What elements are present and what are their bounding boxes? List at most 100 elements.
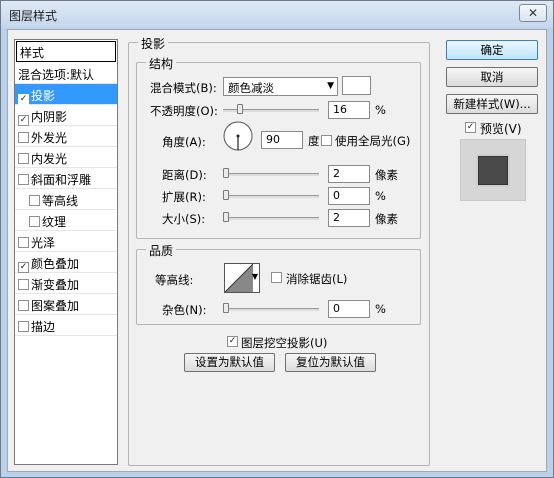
noise-slider-track[interactable] bbox=[223, 308, 319, 311]
close-icon: ✕ bbox=[527, 6, 539, 20]
style-item-checkbox[interactable] bbox=[18, 279, 29, 290]
style-item-checkbox[interactable] bbox=[18, 300, 29, 311]
style-item[interactable]: 斜面和浮雕 bbox=[15, 168, 117, 189]
size-slider-track[interactable] bbox=[223, 217, 319, 220]
style-item[interactable]: 等高线 bbox=[15, 189, 117, 210]
style-item[interactable]: ✓ 投影 bbox=[15, 84, 117, 105]
style-item[interactable]: 混合选项:默认 bbox=[15, 63, 117, 84]
angle-unit: 度 bbox=[308, 134, 320, 148]
style-item-label: 内阴影 bbox=[31, 110, 68, 124]
opacity-slider-thumb[interactable] bbox=[237, 104, 244, 114]
style-item-checkbox[interactable] bbox=[18, 132, 29, 143]
anti-alias-checkbox[interactable] bbox=[271, 272, 282, 283]
checkmark-icon: ✓ bbox=[19, 262, 28, 272]
title-bar[interactable]: 图层样式 ✕ bbox=[1, 1, 553, 28]
dialog-body: 样式 混合选项:默认 ✓ 投影 ✓ 内阴影 外发光 内发光 斜面和浮雕 等高线 纹理 光泽 ✓ 颜色叠加… bbox=[7, 29, 547, 472]
distance-unit: 像素 bbox=[375, 168, 398, 182]
style-item[interactable]: ✓ 颜色叠加 bbox=[15, 252, 117, 273]
style-item-checkbox[interactable] bbox=[18, 237, 29, 248]
anti-alias-label: 消除锯齿(L) bbox=[286, 272, 348, 286]
style-item-checkbox[interactable] bbox=[29, 216, 40, 227]
knockout-label: 图层挖空投影(U) bbox=[241, 336, 328, 350]
style-item-checkbox[interactable] bbox=[18, 153, 29, 164]
size-input[interactable]: 2 bbox=[328, 209, 370, 227]
style-item[interactable]: 内发光 bbox=[15, 147, 117, 168]
style-item[interactable]: 描边 bbox=[15, 315, 117, 336]
quality-title: 品质 bbox=[146, 242, 177, 259]
style-item-label: 外发光 bbox=[31, 131, 68, 145]
contour-picker[interactable]: ▼ bbox=[224, 263, 260, 293]
style-item-label: 投影 bbox=[31, 89, 56, 103]
window-title: 图层样式 bbox=[9, 9, 58, 23]
opacity-unit: % bbox=[375, 103, 386, 117]
styles-items: 混合选项:默认 ✓ 投影 ✓ 内阴影 外发光 内发光 斜面和浮雕 等高线 纹理 光泽 ✓ 颜色叠加 渐变叠… bbox=[15, 63, 117, 336]
checkmark-icon: ✓ bbox=[19, 115, 28, 125]
distance-slider-track[interactable] bbox=[223, 173, 319, 176]
preview-thumbnail bbox=[460, 139, 526, 201]
style-item-label: 描边 bbox=[31, 320, 56, 334]
preview-checkbox[interactable]: ✓ bbox=[465, 122, 476, 133]
spread-input[interactable]: 0 bbox=[328, 187, 370, 205]
size-slider-thumb[interactable] bbox=[223, 212, 229, 222]
style-item-checkbox[interactable] bbox=[18, 174, 29, 185]
distance-slider-thumb[interactable] bbox=[223, 168, 229, 178]
style-item[interactable]: ✓ 内阴影 bbox=[15, 105, 117, 126]
style-item-checkbox[interactable] bbox=[29, 195, 40, 206]
checkmark-icon: ✓ bbox=[466, 122, 475, 132]
preview-label: 预览(V) bbox=[480, 122, 522, 136]
styles-list: 样式 混合选项:默认 ✓ 投影 ✓ 内阴影 外发光 内发光 斜面和浮雕 等高线 纹理 光泽 ✓ 颜色叠加… bbox=[14, 39, 118, 465]
noise-input[interactable]: 0 bbox=[328, 300, 370, 318]
spread-unit: % bbox=[375, 189, 386, 203]
style-item-label: 内发光 bbox=[31, 152, 68, 166]
style-item[interactable]: 光泽 bbox=[15, 231, 117, 252]
style-item-checkbox[interactable]: ✓ bbox=[18, 262, 29, 273]
global-light-checkbox[interactable] bbox=[321, 135, 332, 146]
ok-button[interactable]: 确定 bbox=[446, 40, 538, 60]
cancel-button[interactable]: 取消 bbox=[446, 67, 538, 87]
preview-swatch bbox=[476, 154, 510, 187]
angle-dial[interactable] bbox=[222, 120, 254, 152]
opacity-label: 不透明度(O): bbox=[150, 104, 218, 118]
blend-mode-value: 颜色减淡 bbox=[228, 81, 274, 95]
spread-slider-thumb[interactable] bbox=[223, 190, 229, 200]
style-item-checkbox[interactable]: ✓ bbox=[18, 94, 29, 105]
chevron-down-icon: ▼ bbox=[251, 272, 258, 281]
angle-input[interactable]: 90 bbox=[261, 131, 303, 149]
checkmark-icon: ✓ bbox=[19, 94, 28, 104]
style-item-checkbox[interactable]: ✓ bbox=[18, 115, 29, 126]
size-unit: 像素 bbox=[375, 212, 398, 226]
shadow-color-swatch[interactable] bbox=[342, 76, 371, 95]
blend-mode-select[interactable]: 颜色减淡 ▼ bbox=[223, 77, 338, 96]
style-item-label: 等高线 bbox=[42, 194, 79, 208]
structure-title: 结构 bbox=[146, 55, 177, 72]
opacity-input[interactable]: 16 bbox=[328, 101, 370, 119]
style-item-checkbox[interactable] bbox=[18, 321, 29, 332]
checkmark-icon: ✓ bbox=[228, 336, 237, 346]
style-item[interactable]: 渐变叠加 bbox=[15, 273, 117, 294]
style-item[interactable]: 图案叠加 bbox=[15, 294, 117, 315]
contour-curve-icon bbox=[225, 264, 253, 292]
distance-input[interactable]: 2 bbox=[328, 165, 370, 183]
knockout-checkbox[interactable]: ✓ bbox=[227, 336, 238, 347]
angle-label: 角度(A): bbox=[162, 135, 206, 149]
noise-slider-thumb[interactable] bbox=[223, 303, 229, 313]
new-style-button[interactable]: 新建样式(W)... bbox=[446, 94, 538, 114]
distance-label: 距离(D): bbox=[162, 168, 207, 182]
size-label: 大小(S): bbox=[162, 212, 206, 226]
drop-shadow-title: 投影 bbox=[138, 35, 169, 52]
contour-label: 等高线: bbox=[155, 273, 194, 287]
style-item-label: 颜色叠加 bbox=[31, 257, 80, 271]
style-item-label: 渐变叠加 bbox=[31, 278, 80, 292]
style-item-label: 斜面和浮雕 bbox=[31, 173, 92, 187]
spread-slider-track[interactable] bbox=[223, 195, 319, 198]
noise-label: 杂色(N): bbox=[162, 303, 207, 317]
reset-default-button[interactable]: 复位为默认值 bbox=[285, 353, 376, 372]
style-item[interactable]: 纹理 bbox=[15, 210, 117, 231]
style-item-label: 图案叠加 bbox=[31, 299, 80, 313]
close-button[interactable]: ✕ bbox=[519, 4, 547, 22]
blend-mode-label: 混合模式(B): bbox=[150, 81, 217, 95]
quality-group: 品质 等高线: ▼ 消除锯齿(L) 杂色(N): 0 % bbox=[136, 242, 421, 325]
style-item-label: 光泽 bbox=[31, 236, 56, 250]
style-item[interactable]: 外发光 bbox=[15, 126, 117, 147]
make-default-button[interactable]: 设置为默认值 bbox=[184, 353, 275, 372]
